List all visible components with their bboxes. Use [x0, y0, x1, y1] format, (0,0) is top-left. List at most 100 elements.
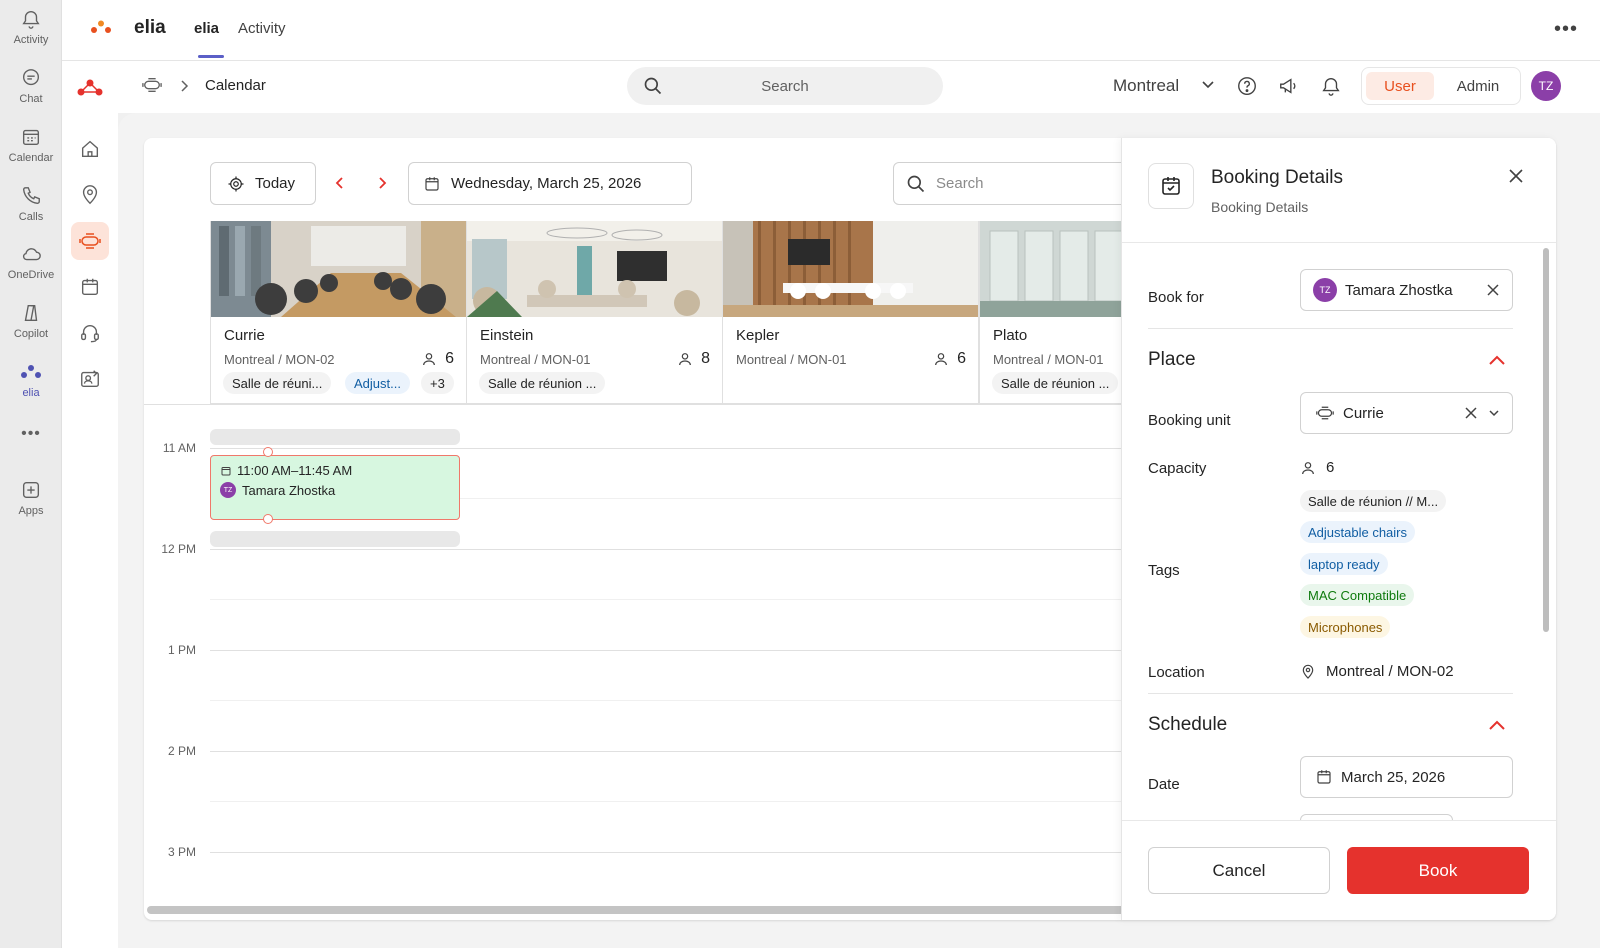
megaphone-icon[interactable]: [1278, 75, 1300, 97]
rail-item-chat[interactable]: Chat: [0, 66, 62, 105]
horizontal-scrollbar[interactable]: [147, 906, 1147, 914]
booking-details-panel: Booking Details Booking Details Book for…: [1121, 138, 1556, 920]
rail-item-onedrive[interactable]: OneDrive: [0, 242, 62, 281]
global-search-input[interactable]: Search: [627, 67, 943, 105]
rail-item-activity[interactable]: Activity: [0, 7, 62, 46]
rail-item-elia[interactable]: elia: [0, 360, 62, 399]
booking-unit-select[interactable]: Currie: [1300, 392, 1513, 434]
prev-day-button[interactable]: [334, 175, 346, 191]
event-resize-handle-bottom[interactable]: [263, 514, 273, 524]
meeting-room-icon[interactable]: [141, 75, 163, 95]
chevron-up-icon[interactable]: [1488, 719, 1506, 731]
rail-more-button[interactable]: •••: [0, 425, 62, 443]
room-location: Montreal / MON-01: [480, 352, 591, 367]
chevron-down-icon[interactable]: [1488, 409, 1500, 418]
rail-label: elia: [22, 387, 40, 399]
rail-label: OneDrive: [7, 269, 55, 281]
room-card-einstein[interactable]: Einstein Montreal / MON-01 8 Salle de ré…: [466, 221, 723, 404]
app-name: elia: [134, 17, 166, 38]
room-location: Montreal / MON-02: [224, 352, 335, 367]
visitor-icon[interactable]: [71, 360, 109, 398]
booking-unit-label: Booking unit: [1148, 412, 1231, 429]
search-placeholder: Search: [761, 78, 809, 95]
elia-home-logo[interactable]: [71, 69, 109, 107]
tab-elia[interactable]: elia: [194, 20, 219, 37]
search-icon: [907, 175, 925, 192]
rail-item-apps[interactable]: Apps: [0, 478, 62, 517]
date-field[interactable]: March 25, 2026: [1300, 756, 1513, 798]
more-options-button[interactable]: •••: [1554, 18, 1578, 41]
room-tag-chip: Salle de réuni...: [223, 372, 332, 394]
chevron-down-icon[interactable]: [1201, 80, 1215, 90]
room-card-currie[interactable]: Currie Montreal / MON-02 6 Salle de réun…: [210, 221, 467, 404]
event-time: 11:00 AM–11:45 AM: [220, 463, 352, 478]
tag-chip: MAC Compatible: [1300, 584, 1415, 606]
person-icon: [1302, 461, 1314, 474]
place-section-title[interactable]: Place: [1148, 349, 1196, 371]
cloud-icon: [19, 242, 43, 266]
room-name: Einstein: [480, 327, 534, 344]
avatar: TZ: [220, 482, 236, 498]
event-resize-handle-top[interactable]: [263, 447, 273, 457]
crosshair-icon: [228, 176, 244, 191]
avatar[interactable]: TZ: [1531, 71, 1561, 101]
chevron-up-icon[interactable]: [1488, 354, 1506, 366]
book-for-label: Book for: [1148, 289, 1204, 306]
room-name: Currie: [224, 327, 265, 344]
room-card-kepler[interactable]: Kepler Montreal / MON-01 6: [722, 221, 979, 404]
calendar-icon: [221, 466, 231, 475]
panel-scrollbar[interactable]: [1543, 248, 1549, 632]
role-admin-button[interactable]: Admin: [1440, 72, 1516, 100]
rail-item-copilot[interactable]: Copilot: [0, 301, 62, 340]
room-capacity: 8: [677, 350, 710, 368]
breadcrumb[interactable]: Calendar: [205, 77, 266, 94]
booking-unit-value: Currie: [1343, 404, 1384, 422]
tag-chip: Salle de réunion // M...: [1300, 490, 1447, 512]
next-day-button[interactable]: [376, 175, 388, 191]
tag-chip: Adjustable chairs: [1300, 521, 1415, 543]
close-icon[interactable]: [1507, 167, 1525, 185]
book-button[interactable]: Book: [1347, 847, 1529, 894]
event-person: TZ Tamara Zhostka: [220, 482, 335, 498]
capacity-value: 6: [1300, 459, 1334, 476]
room-name: Plato: [993, 327, 1028, 344]
hour-label: 11 AM: [162, 441, 196, 455]
book-for-name: Tamara Zhostka: [1345, 281, 1453, 299]
tab-activity[interactable]: Activity: [238, 20, 286, 37]
sub-header: Calendar Search Montreal User Admin TZ: [118, 61, 1600, 113]
clear-icon[interactable]: [1464, 406, 1478, 420]
help-icon[interactable]: [1236, 75, 1258, 97]
hour-label: 2 PM: [167, 744, 196, 758]
chevron-right-icon: [178, 78, 190, 94]
elia-sidebar: [62, 61, 118, 948]
booking-event[interactable]: 11:00 AM–11:45 AM TZ Tamara Zhostka: [210, 455, 460, 520]
schedule-section-title[interactable]: Schedule: [1148, 714, 1227, 736]
book-for-field[interactable]: TZ Tamara Zhostka: [1300, 269, 1513, 311]
calendar-icon[interactable]: [71, 268, 109, 306]
chat-icon: [19, 66, 43, 90]
home-icon[interactable]: [71, 130, 109, 168]
location-pin-icon[interactable]: [71, 176, 109, 214]
rail-item-calendar[interactable]: Calendar: [0, 125, 62, 164]
hour-label: 1 PM: [167, 643, 196, 657]
date-picker[interactable]: Wednesday, March 25, 2026: [408, 162, 692, 205]
rail-item-calls[interactable]: Calls: [0, 184, 62, 223]
room-name: Kepler: [736, 327, 780, 344]
role-user-button[interactable]: User: [1366, 72, 1434, 100]
teams-rail: Activity Chat Calendar Calls OneDrive Co…: [0, 0, 62, 948]
meeting-room-icon[interactable]: [71, 222, 109, 260]
active-tab-indicator: [198, 55, 224, 58]
meeting-room-icon: [1316, 406, 1334, 420]
today-button[interactable]: Today: [210, 162, 316, 205]
clear-icon[interactable]: [1486, 283, 1500, 297]
tags-label: Tags: [1148, 562, 1180, 579]
calendar-icon: [1317, 770, 1331, 784]
more-tags-chip[interactable]: +3: [421, 372, 454, 394]
location-selector[interactable]: Montreal: [1113, 76, 1179, 96]
copilot-icon: [19, 301, 43, 325]
tag-chip: Microphones: [1300, 616, 1391, 638]
notification-bell-icon[interactable]: [1320, 75, 1342, 97]
room-tag-chip: Salle de réunion ...: [992, 372, 1119, 394]
support-headset-icon[interactable]: [71, 314, 109, 352]
cancel-button[interactable]: Cancel: [1148, 847, 1330, 894]
